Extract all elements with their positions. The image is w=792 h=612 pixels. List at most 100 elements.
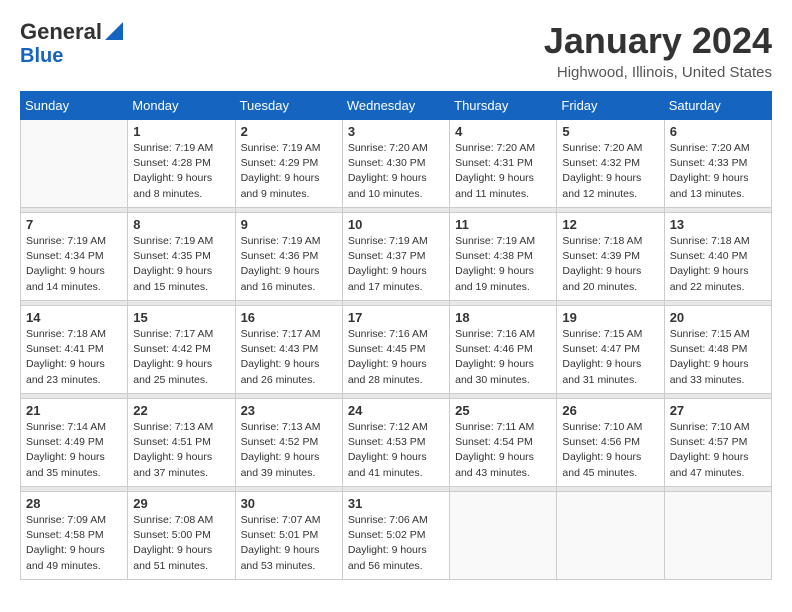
calendar-cell: [664, 492, 771, 580]
calendar-cell: 16 Sunrise: 7:17 AMSunset: 4:43 PMDayligh…: [235, 306, 342, 394]
day-info: Sunrise: 7:13 AMSunset: 4:52 PMDaylight:…: [241, 420, 337, 481]
calendar-week-row: 28Sunrise: 7:09 AMSunset: 4:58 PMDayligh…: [21, 492, 772, 580]
day-number: 5: [562, 124, 658, 139]
day-info: Sunrise: 7:08 AMSunset: 5:00 PMDaylight:…: [133, 513, 229, 574]
day-info: Sunrise: 7:10 AMSunset: 4:57 PMDaylight:…: [670, 420, 766, 481]
calendar-cell: 10 Sunrise: 7:19 AMSunset: 4:37 PMDayligh…: [342, 213, 449, 301]
calendar-cell: 12Sunrise: 7:18 AMSunset: 4:39 PMDayligh…: [557, 213, 664, 301]
calendar-cell: 17Sunrise: 7:16 AMSunset: 4:45 PMDayligh…: [342, 306, 449, 394]
calendar-cell: 31Sunrise: 7:06 AMSunset: 5:02 PMDayligh…: [342, 492, 449, 580]
day-number: 30: [241, 496, 337, 511]
day-number: 13: [670, 217, 766, 232]
calendar-cell: 4 Sunrise: 7:20 AMSunset: 4:31 PMDaylight…: [450, 120, 557, 208]
day-number: 22: [133, 403, 229, 418]
calendar-cell: 26 Sunrise: 7:10 AMSunset: 4:56 PMDayligh…: [557, 399, 664, 487]
calendar-cell: [557, 492, 664, 580]
day-info: Sunrise: 7:07 AMSunset: 5:01 PMDaylight:…: [241, 513, 337, 574]
day-info: Sunrise: 7:15 AMSunset: 4:48 PMDaylight:…: [670, 327, 766, 388]
day-info: Sunrise: 7:15 AMSunset: 4:47 PMDaylight:…: [562, 327, 658, 388]
location-subtitle: Highwood, Illinois, United States: [544, 64, 772, 81]
day-number: 25: [455, 403, 551, 418]
logo-arrow-icon: [105, 22, 123, 40]
calendar-cell: 19Sunrise: 7:15 AMSunset: 4:47 PMDayligh…: [557, 306, 664, 394]
day-number: 11: [455, 217, 551, 232]
weekday-header-thursday: Thursday: [450, 92, 557, 120]
calendar-cell: 27 Sunrise: 7:10 AMSunset: 4:57 PMDayligh…: [664, 399, 771, 487]
day-info: Sunrise: 7:20 AMSunset: 4:33 PMDaylight:…: [670, 141, 766, 202]
day-number: 14: [26, 310, 122, 325]
weekday-header-sunday: Sunday: [21, 92, 128, 120]
calendar-cell: 5 Sunrise: 7:20 AMSunset: 4:32 PMDaylight…: [557, 120, 664, 208]
calendar-week-row: 1Sunrise: 7:19 AMSunset: 4:28 PMDaylight…: [21, 120, 772, 208]
day-info: Sunrise: 7:11 AMSunset: 4:54 PMDaylight:…: [455, 420, 551, 481]
calendar-cell: 9Sunrise: 7:19 AMSunset: 4:36 PMDaylight…: [235, 213, 342, 301]
day-info: Sunrise: 7:19 AMSunset: 4:37 PMDaylight:…: [348, 234, 444, 295]
calendar-cell: 13 Sunrise: 7:18 AMSunset: 4:40 PMDayligh…: [664, 213, 771, 301]
day-number: 26: [562, 403, 658, 418]
day-number: 17: [348, 310, 444, 325]
calendar-cell: 21 Sunrise: 7:14 AMSunset: 4:49 PMDayligh…: [21, 399, 128, 487]
weekday-header-row: SundayMondayTuesdayWednesdayThursdayFrid…: [21, 92, 772, 120]
logo: General Blue: [20, 20, 123, 67]
day-number: 28: [26, 496, 122, 511]
calendar-cell: 8 Sunrise: 7:19 AMSunset: 4:35 PMDaylight…: [128, 213, 235, 301]
calendar-cell: 18 Sunrise: 7:16 AMSunset: 4:46 PMDayligh…: [450, 306, 557, 394]
day-number: 16: [241, 310, 337, 325]
day-info: Sunrise: 7:18 AMSunset: 4:40 PMDaylight:…: [670, 234, 766, 295]
day-info: Sunrise: 7:10 AMSunset: 4:56 PMDaylight:…: [562, 420, 658, 481]
day-number: 24: [348, 403, 444, 418]
weekday-header-wednesday: Wednesday: [342, 92, 449, 120]
day-info: Sunrise: 7:17 AMSunset: 4:42 PMDaylight:…: [133, 327, 229, 388]
calendar-cell: 15 Sunrise: 7:17 AMSunset: 4:42 PMDayligh…: [128, 306, 235, 394]
day-info: Sunrise: 7:19 AMSunset: 4:38 PMDaylight:…: [455, 234, 551, 295]
day-info: Sunrise: 7:20 AMSunset: 4:32 PMDaylight:…: [562, 141, 658, 202]
weekday-header-monday: Monday: [128, 92, 235, 120]
calendar-cell: 25 Sunrise: 7:11 AMSunset: 4:54 PMDayligh…: [450, 399, 557, 487]
calendar-week-row: 7 Sunrise: 7:19 AMSunset: 4:34 PMDaylight…: [21, 213, 772, 301]
day-number: 8: [133, 217, 229, 232]
day-info: Sunrise: 7:20 AMSunset: 4:30 PMDaylight:…: [348, 141, 444, 202]
day-info: Sunrise: 7:17 AMSunset: 4:43 PMDaylight:…: [241, 327, 337, 388]
calendar-table: SundayMondayTuesdayWednesdayThursdayFrid…: [20, 91, 772, 580]
calendar-cell: 7 Sunrise: 7:19 AMSunset: 4:34 PMDaylight…: [21, 213, 128, 301]
day-number: 4: [455, 124, 551, 139]
day-info: Sunrise: 7:13 AMSunset: 4:51 PMDaylight:…: [133, 420, 229, 481]
day-info: Sunrise: 7:20 AMSunset: 4:31 PMDaylight:…: [455, 141, 551, 202]
calendar-cell: 11 Sunrise: 7:19 AMSunset: 4:38 PMDayligh…: [450, 213, 557, 301]
day-number: 21: [26, 403, 122, 418]
day-info: Sunrise: 7:14 AMSunset: 4:49 PMDaylight:…: [26, 420, 122, 481]
day-number: 23: [241, 403, 337, 418]
day-info: Sunrise: 7:19 AMSunset: 4:29 PMDaylight:…: [241, 141, 337, 202]
day-info: Sunrise: 7:12 AMSunset: 4:53 PMDaylight:…: [348, 420, 444, 481]
weekday-header-saturday: Saturday: [664, 92, 771, 120]
day-number: 3: [348, 124, 444, 139]
calendar-cell: 1Sunrise: 7:19 AMSunset: 4:28 PMDaylight…: [128, 120, 235, 208]
day-info: Sunrise: 7:19 AMSunset: 4:34 PMDaylight:…: [26, 234, 122, 295]
calendar-cell: 23 Sunrise: 7:13 AMSunset: 4:52 PMDayligh…: [235, 399, 342, 487]
calendar-cell: 28Sunrise: 7:09 AMSunset: 4:58 PMDayligh…: [21, 492, 128, 580]
day-number: 18: [455, 310, 551, 325]
day-info: Sunrise: 7:19 AMSunset: 4:35 PMDaylight:…: [133, 234, 229, 295]
calendar-cell: 22 Sunrise: 7:13 AMSunset: 4:51 PMDayligh…: [128, 399, 235, 487]
day-number: 10: [348, 217, 444, 232]
day-info: Sunrise: 7:18 AMSunset: 4:39 PMDaylight:…: [562, 234, 658, 295]
page-header: General Blue January 2024 Highwood, Illi…: [20, 20, 772, 81]
day-number: 7: [26, 217, 122, 232]
day-info: Sunrise: 7:16 AMSunset: 4:46 PMDaylight:…: [455, 327, 551, 388]
calendar-cell: 14Sunrise: 7:18 AMSunset: 4:41 PMDayligh…: [21, 306, 128, 394]
day-number: 27: [670, 403, 766, 418]
day-number: 31: [348, 496, 444, 511]
calendar-cell: 3 Sunrise: 7:20 AMSunset: 4:30 PMDaylight…: [342, 120, 449, 208]
day-number: 20: [670, 310, 766, 325]
calendar-cell: 30 Sunrise: 7:07 AMSunset: 5:01 PMDayligh…: [235, 492, 342, 580]
day-number: 6: [670, 124, 766, 139]
calendar-cell: 2Sunrise: 7:19 AMSunset: 4:29 PMDaylight…: [235, 120, 342, 208]
calendar-cell: 6 Sunrise: 7:20 AMSunset: 4:33 PMDaylight…: [664, 120, 771, 208]
weekday-header-friday: Friday: [557, 92, 664, 120]
day-number: 9: [241, 217, 337, 232]
day-number: 1: [133, 124, 229, 139]
day-number: 15: [133, 310, 229, 325]
month-title: January 2024: [544, 20, 772, 62]
calendar-week-row: 14Sunrise: 7:18 AMSunset: 4:41 PMDayligh…: [21, 306, 772, 394]
calendar-cell: [21, 120, 128, 208]
